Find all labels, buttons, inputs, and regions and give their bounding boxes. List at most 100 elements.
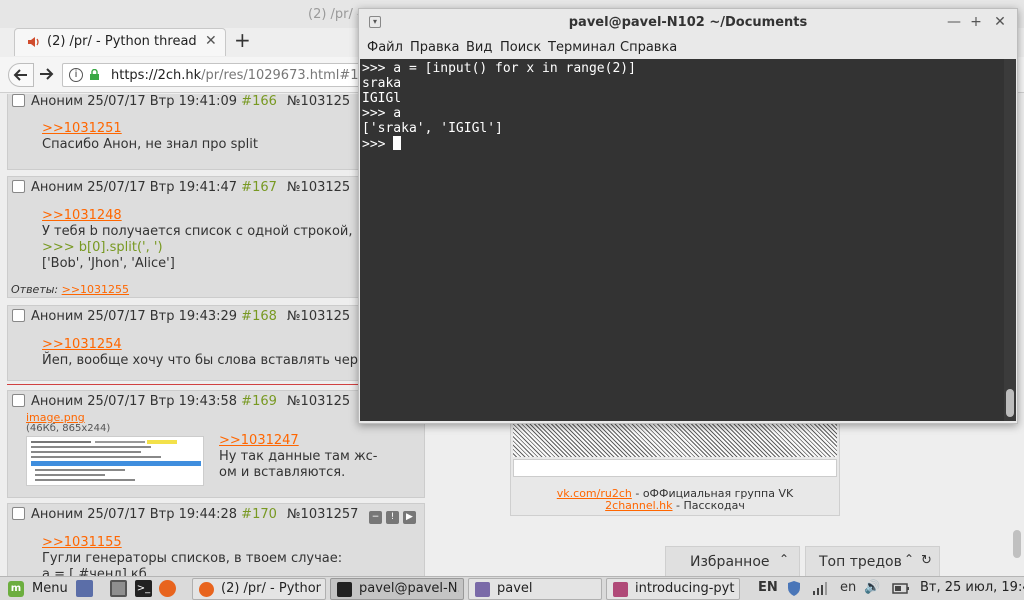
- terminal-scroll-thumb[interactable]: [1006, 389, 1014, 417]
- maximize-icon[interactable]: +: [967, 13, 985, 31]
- terminal-cursor: [393, 136, 402, 150]
- browser-tab[interactable]: (2) /pr/ - Python thread? Pyt ✕: [14, 28, 226, 56]
- url-text[interactable]: https://2ch.hk/pr/res/1029673.html#10311…: [111, 68, 381, 83]
- post-number[interactable]: #170: [241, 507, 277, 522]
- file-manager-launcher-icon[interactable]: [110, 580, 127, 597]
- menu-terminal[interactable]: Терминал: [548, 40, 615, 55]
- menu-file[interactable]: Файл: [367, 40, 403, 55]
- reply-link[interactable]: >>1031248: [42, 208, 122, 223]
- passcode-suffix: - Пасскодач: [672, 499, 745, 512]
- post-number[interactable]: #167: [241, 180, 277, 195]
- task-label: pavel@pavel-N...: [359, 581, 459, 596]
- captcha-input[interactable]: [513, 459, 837, 477]
- post-id[interactable]: №103125: [287, 394, 350, 409]
- browser-window-title: (2) /pr/ -: [308, 7, 362, 22]
- task-label: (2) /pr/ - Python...: [221, 581, 321, 596]
- top-threads-button[interactable]: Топ тредов ⌃ ↻: [805, 546, 940, 576]
- post-checkbox[interactable]: [12, 180, 25, 193]
- post-id[interactable]: №103125: [287, 94, 350, 109]
- post-number[interactable]: #168: [241, 309, 277, 324]
- terminal-output[interactable]: >>> a = [input() for x in range(2)] sraka…: [360, 59, 1004, 421]
- post-id[interactable]: №103125: [287, 180, 350, 195]
- post-body: >>1031155 Гугли генераторы списков, в тв…: [42, 535, 342, 576]
- terminal-launcher-icon[interactable]: >_: [135, 580, 152, 597]
- menu-search[interactable]: Поиск: [500, 40, 541, 55]
- post-body: >>1031254 Йеп, вообще хочу что бы слова …: [42, 337, 358, 369]
- tab-label: (2) /pr/ - Python thread? Pyt: [47, 34, 197, 49]
- post-checkbox[interactable]: [12, 507, 25, 520]
- document-icon: [613, 582, 628, 597]
- post-actions: −! ▶: [365, 508, 416, 524]
- favorites-button[interactable]: Избранное ⌃: [665, 546, 800, 576]
- passcode-link[interactable]: 2channel.hk: [605, 499, 672, 512]
- battery-icon[interactable]: [892, 580, 910, 596]
- hide-post-icon[interactable]: −: [369, 511, 382, 524]
- post-result: ['Bob', 'Jhon', 'Alice']: [42, 256, 175, 271]
- terminal-menubar: Файл Правка Вид Поиск Терминал Справка: [359, 37, 1017, 59]
- network-signal-icon[interactable]: [812, 580, 828, 596]
- terminal-icon: [337, 582, 352, 597]
- answer-link[interactable]: >>1031255: [62, 283, 129, 296]
- post-form-footer: vk.com/ru2ch - оФФициальная группа VK 2c…: [510, 420, 840, 516]
- minimize-icon[interactable]: —: [945, 13, 963, 31]
- favorites-label: Избранное: [690, 554, 770, 570]
- post-number[interactable]: #169: [241, 394, 277, 409]
- terminal-titlebar[interactable]: ▾ pavel@pavel-N102 ~/Documents — + ✕: [359, 9, 1017, 37]
- folder-icon: [475, 582, 490, 597]
- start-menu-label: Menu: [32, 581, 68, 596]
- back-button[interactable]: [8, 63, 34, 87]
- new-tab-button[interactable]: +: [234, 30, 252, 50]
- post-id[interactable]: №1031257: [287, 507, 358, 522]
- post-checkbox[interactable]: [12, 394, 25, 407]
- post-checkbox[interactable]: [12, 94, 25, 107]
- attachment-meta: (46Кб, 865x244): [26, 423, 111, 434]
- task-firefox[interactable]: (2) /pr/ - Python...: [192, 578, 326, 600]
- volume-icon[interactable]: 🔊: [864, 580, 880, 595]
- report-post-icon[interactable]: !: [386, 511, 399, 524]
- refresh-icon[interactable]: ↻: [921, 553, 932, 568]
- double-chevron-up-icon: ⌃: [778, 552, 789, 566]
- answers-label: Ответы:: [11, 283, 59, 296]
- reply-link[interactable]: >>1031247: [219, 433, 299, 448]
- start-menu-button[interactable]: m Menu: [4, 579, 70, 599]
- terminal-scrollbar[interactable]: [1004, 59, 1016, 421]
- arrow-right-icon: [40, 68, 54, 80]
- code-screenshot-image: [31, 440, 201, 481]
- firefox-launcher-icon[interactable]: [159, 580, 176, 597]
- info-icon[interactable]: i: [69, 68, 83, 82]
- post-number[interactable]: #166: [241, 94, 277, 109]
- attachment-thumbnail[interactable]: [26, 436, 204, 486]
- terminal-line: >>> a = [input() for x in range(2)]: [362, 61, 636, 76]
- lock-icon: [90, 69, 99, 80]
- close-icon[interactable]: ✕: [991, 13, 1009, 31]
- tab-close-icon[interactable]: ✕: [205, 33, 217, 49]
- task-document[interactable]: introducing-pyt...: [606, 578, 740, 600]
- task-label: pavel: [497, 581, 533, 596]
- reply-link[interactable]: >>1031254: [42, 337, 122, 352]
- show-desktop-icon[interactable]: [76, 580, 93, 597]
- reply-link[interactable]: >>1031251: [42, 121, 122, 136]
- shield-icon[interactable]: [786, 580, 802, 597]
- post-body: >>1031247 Ну так данные там жс- ом и вст…: [219, 433, 378, 481]
- captcha-image: [513, 423, 837, 457]
- post-author: Аноним: [31, 180, 84, 195]
- language-indicator[interactable]: en: [840, 580, 856, 595]
- task-folder[interactable]: pavel: [468, 578, 602, 600]
- clock[interactable]: Вт, 25 июл, 19:44: [920, 580, 1024, 595]
- reply-post-icon[interactable]: ▶: [403, 511, 416, 524]
- forward-button[interactable]: [36, 63, 58, 87]
- post-text: У тебя b получается список с одной строк…: [42, 224, 353, 239]
- task-label: introducing-pyt...: [635, 581, 735, 596]
- post-date: 25/07/17 Втр 19:41:47: [87, 180, 238, 195]
- url-bar[interactable]: i https://2ch.hk/pr/res/1029673.html#103…: [62, 63, 382, 87]
- task-terminal[interactable]: pavel@pavel-N...: [330, 578, 464, 600]
- page-scroll-thumb[interactable]: [1013, 530, 1021, 558]
- reply-link[interactable]: >>1031155: [42, 535, 122, 550]
- post-checkbox[interactable]: [12, 309, 25, 322]
- post-id[interactable]: №103125: [287, 309, 350, 324]
- post-quote: >>> b[0].split(', '): [42, 240, 163, 255]
- menu-edit[interactable]: Правка: [410, 40, 459, 55]
- keyboard-layout-indicator[interactable]: EN: [758, 580, 778, 595]
- menu-view[interactable]: Вид: [466, 40, 492, 55]
- menu-help[interactable]: Справка: [620, 40, 677, 55]
